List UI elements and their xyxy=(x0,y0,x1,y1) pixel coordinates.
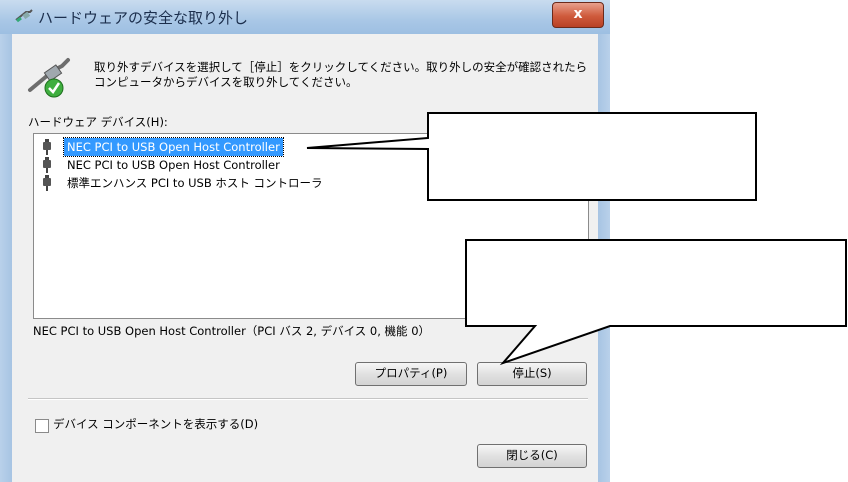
annotation-callouts xyxy=(306,112,847,366)
callout-box-upper xyxy=(306,112,757,201)
callout-box-lower xyxy=(465,239,847,366)
